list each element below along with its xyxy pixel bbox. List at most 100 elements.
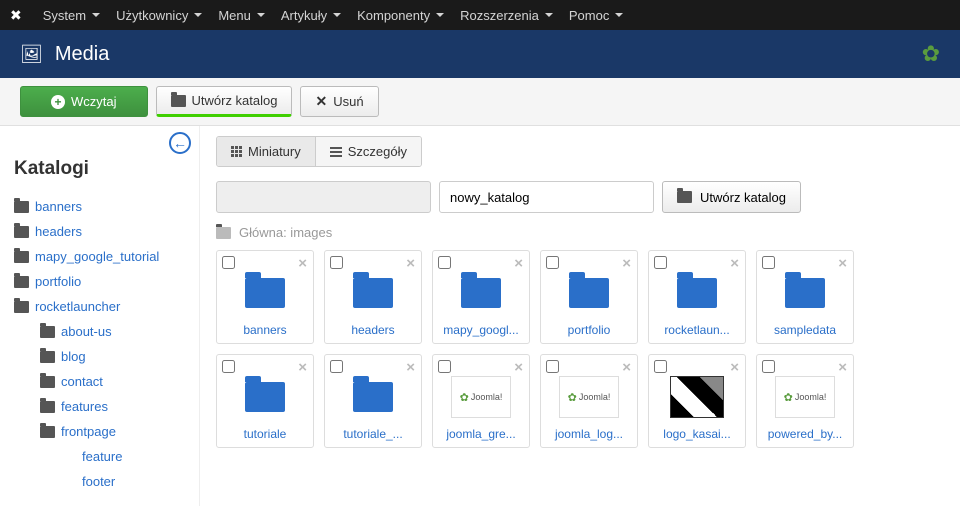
folder-icon [677,191,692,203]
tile-checkbox[interactable] [438,360,451,373]
caret-icon [92,13,100,17]
menu-użytkownicy[interactable]: Użytkownicy [108,3,210,28]
menu-pomoc[interactable]: Pomoc [561,3,631,28]
image-thumb [670,376,724,418]
tile-checkbox[interactable] [222,360,235,373]
menu-komponenty[interactable]: Komponenty [349,3,452,28]
tile-delete-icon[interactable]: × [298,359,307,376]
folder-icon [14,276,29,288]
joomla-flower-icon: ✿ [922,41,940,67]
caret-icon [257,13,265,17]
top-menubar: ✖ SystemUżytkownicyMenuArtykułyKomponent… [0,0,960,30]
tile-delete-icon[interactable]: × [838,255,847,272]
tree-item[interactable]: feature [14,444,185,469]
file-grid: ×banners×headers×mapy_googl...×portfolio… [216,250,944,448]
tile-checkbox[interactable] [330,256,343,269]
image-thumb: ✿Joomla! [775,376,835,418]
details-tab[interactable]: Szczegóły [316,137,421,166]
create-folder-submit[interactable]: Utwórz katalog [662,181,801,213]
tile[interactable]: ×✿Joomla!joomla_gre... [432,354,530,448]
tree-item[interactable]: frontpage [14,419,185,444]
folder-icon [461,278,501,308]
tile[interactable]: × tutoriale_... [324,354,422,448]
tile[interactable]: ×✿Joomla! joomla_log... [540,354,638,448]
upload-button[interactable]: + Wczytaj [20,86,148,117]
tree-item[interactable]: portfolio [14,269,185,294]
tile-delete-icon[interactable]: × [622,359,631,376]
tile-checkbox[interactable] [546,256,559,269]
upload-label: Wczytaj [71,94,117,109]
tile-checkbox[interactable] [654,360,667,373]
tile[interactable]: ×banners [216,250,314,344]
tile[interactable]: × mapy_googl... [432,250,530,344]
tile-label: sampledata [763,323,847,337]
tile-delete-icon[interactable]: × [406,255,415,272]
tile-checkbox[interactable] [438,256,451,269]
plus-icon: + [51,95,65,109]
menu-system[interactable]: System [35,3,108,28]
folder-icon [353,382,393,412]
tile-delete-icon[interactable]: × [622,255,631,272]
tile[interactable]: × rocketlaun... [648,250,746,344]
tile-checkbox[interactable] [654,256,667,269]
tile-label: mapy_googl... [439,323,523,337]
tree-item[interactable]: footer [14,469,185,494]
folder-tree: bannersheadersmapy_google_tutorialportfo… [14,194,185,494]
tile-label: powered_by... [763,427,847,441]
thumbnails-tab[interactable]: Miniatury [217,137,316,166]
tile-label: logo_kasai... [655,427,739,441]
folder-icon [40,351,55,363]
tree-item[interactable]: rocketlauncher [14,294,185,319]
tile-delete-icon[interactable]: × [730,359,739,376]
create-folder-submit-label: Utwórz katalog [700,190,786,205]
tile[interactable]: ×portfolio [540,250,638,344]
page-title: Media [55,43,109,66]
tree-item[interactable]: headers [14,219,185,244]
joomla-icon[interactable]: ✖ [10,7,22,24]
menu-menu[interactable]: Menu [210,3,273,28]
breadcrumb: Główna: images [216,225,944,240]
tree-item[interactable]: contact [14,369,185,394]
folder-icon [40,401,55,413]
tile-delete-icon[interactable]: × [406,359,415,376]
tile[interactable]: ×✿Joomla! powered_by... [756,354,854,448]
tile-delete-icon[interactable]: × [514,359,523,376]
collapse-sidebar-button[interactable]: ← [169,132,191,154]
tile-delete-icon[interactable]: × [514,255,523,272]
tree-item[interactable]: features [14,394,185,419]
menu-artykuły[interactable]: Artykuły [273,3,349,28]
tree-item[interactable]: mapy_google_tutorial [14,244,185,269]
tile-label: headers [331,323,415,337]
tile-delete-icon[interactable]: × [838,359,847,376]
tile-label: tutoriale_... [331,427,415,441]
tile-checkbox[interactable] [546,360,559,373]
image-thumb: ✿Joomla! [451,376,511,418]
media-icon: 🖼 [20,44,43,65]
tree-item[interactable]: banners [14,194,185,219]
new-folder-input[interactable] [439,181,654,213]
folder-icon [353,278,393,308]
tile-checkbox[interactable] [762,360,775,373]
tile[interactable]: × sampledata [756,250,854,344]
tile-checkbox[interactable] [222,256,235,269]
image-thumb: ✿Joomla! [559,376,619,418]
tree-item[interactable]: blog [14,344,185,369]
tile[interactable]: × headers [324,250,422,344]
tile-delete-icon[interactable]: × [298,255,307,272]
tile-label: tutoriale [223,427,307,441]
tile[interactable]: × logo_kasai... [648,354,746,448]
delete-label: Usuń [333,94,363,109]
tile-delete-icon[interactable]: × [730,255,739,272]
menu-rozszerzenia[interactable]: Rozszerzenia [452,3,561,28]
caret-icon [194,13,202,17]
folder-icon [785,278,825,308]
tree-item[interactable]: about-us [14,319,185,344]
delete-button[interactable]: ✕ Usuń [300,86,378,117]
tile-label: joomla_log... [547,427,631,441]
tile[interactable]: × tutoriale [216,354,314,448]
tile-checkbox[interactable] [762,256,775,269]
tile-checkbox[interactable] [330,360,343,373]
folder-icon [14,201,29,213]
create-folder-button[interactable]: Utwórz katalog [156,86,293,117]
tile-label: rocketlaun... [655,323,739,337]
